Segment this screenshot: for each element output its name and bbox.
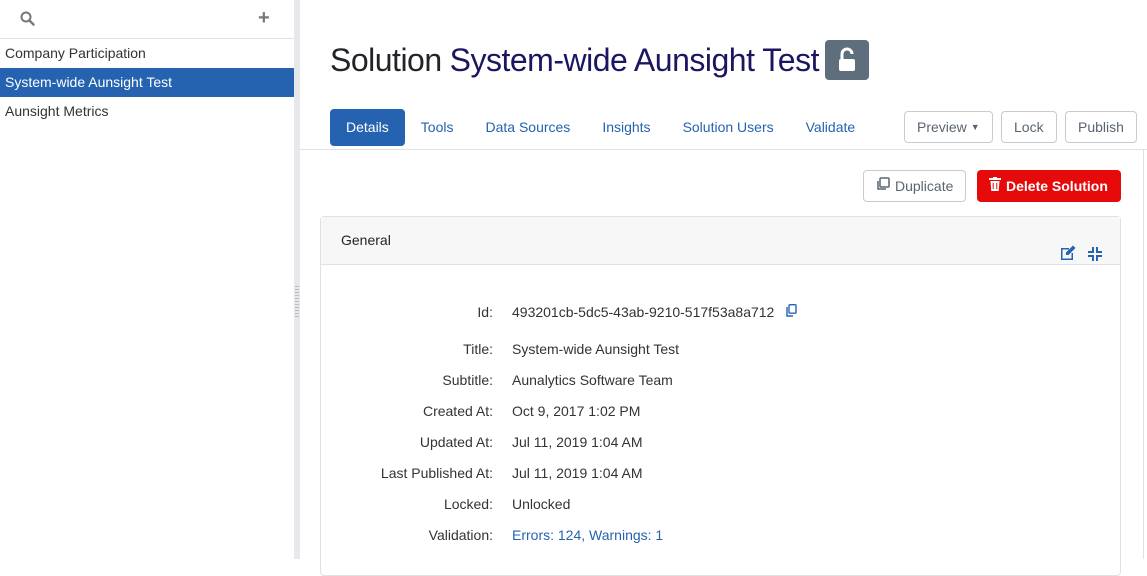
field-value: Oct 9, 2017 1:02 PM [512, 403, 641, 419]
edit-icon[interactable] [1060, 233, 1076, 280]
validation-link[interactable]: Errors: 124, Warnings: 1 [512, 527, 663, 543]
plus-icon[interactable]: + [258, 8, 270, 28]
tab-divider [300, 149, 1147, 150]
field-value: Jul 11, 2019 1:04 AM [512, 465, 643, 481]
field-value: System-wide Aunsight Test [512, 341, 680, 357]
field-label: Subtitle: [442, 372, 493, 388]
field-label: Title: [463, 341, 493, 357]
title-prefix: Solution [330, 41, 442, 78]
tab-insights[interactable]: Insights [586, 109, 666, 146]
tab-details[interactable]: Details [330, 109, 405, 146]
tab-data-sources[interactable]: Data Sources [469, 109, 586, 146]
card-title: General [341, 232, 391, 248]
field-label: Last Published At: [380, 465, 493, 481]
copy-id-icon[interactable] [786, 303, 798, 320]
field-value: Aunalytics Software Team [512, 372, 673, 388]
lock-button[interactable]: Lock [1001, 111, 1057, 143]
page-title: Solution System-wide Aunsight Test [330, 40, 869, 80]
main-content: Solution System-wide Aunsight Test Detai… [300, 0, 1147, 576]
sidebar-item-company-participation[interactable]: Company Participation [0, 39, 294, 68]
card-header: General [321, 217, 1120, 265]
tab-validate[interactable]: Validate [790, 109, 872, 146]
sidebar-item-aunsight-metrics[interactable]: Aunsight Metrics [0, 97, 294, 126]
field-value: Unlocked [512, 496, 571, 512]
field-value: 493201cb-5dc5-43ab-9210-517f53a8a712 [512, 304, 775, 320]
field-label: Validation: [428, 527, 493, 543]
tab-tools[interactable]: Tools [405, 109, 470, 146]
caret-down-icon: ▼ [970, 122, 980, 132]
tab-bar: Details Tools Data Sources Insights Solu… [330, 109, 871, 146]
field-label: Created At: [422, 403, 493, 419]
solution-name: System-wide Aunsight Test [449, 41, 820, 78]
search-icon[interactable] [20, 11, 35, 29]
field-label: Id: [477, 304, 493, 320]
splitter-grip[interactable] [295, 286, 299, 318]
publish-button[interactable]: Publish [1065, 111, 1137, 143]
preview-label: Preview [917, 119, 967, 135]
scrollbar[interactable] [1143, 150, 1144, 559]
duplicate-label: Duplicate [895, 178, 954, 194]
delete-label: Delete Solution [1006, 178, 1108, 194]
preview-button[interactable]: Preview ▼ [904, 111, 993, 143]
general-card: General [320, 216, 1121, 576]
sidebar-toolbar: + [0, 0, 294, 39]
field-label: Locked: [443, 496, 493, 512]
trash-icon [989, 170, 1001, 202]
sidebar-item-system-wide-aunsight-test[interactable]: System-wide Aunsight Test [0, 68, 294, 97]
collapse-icon[interactable] [1088, 233, 1102, 280]
delete-solution-button[interactable]: Delete Solution [977, 170, 1121, 202]
unlock-icon[interactable] [824, 40, 869, 80]
field-value: Jul 11, 2019 1:04 AM [512, 434, 643, 450]
copy-icon [876, 171, 890, 201]
field-label: Updated At: [419, 434, 493, 450]
duplicate-button[interactable]: Duplicate [863, 170, 967, 202]
sidebar: + Company Participation System-wide Auns… [0, 0, 294, 559]
tab-solution-users[interactable]: Solution Users [667, 109, 790, 146]
